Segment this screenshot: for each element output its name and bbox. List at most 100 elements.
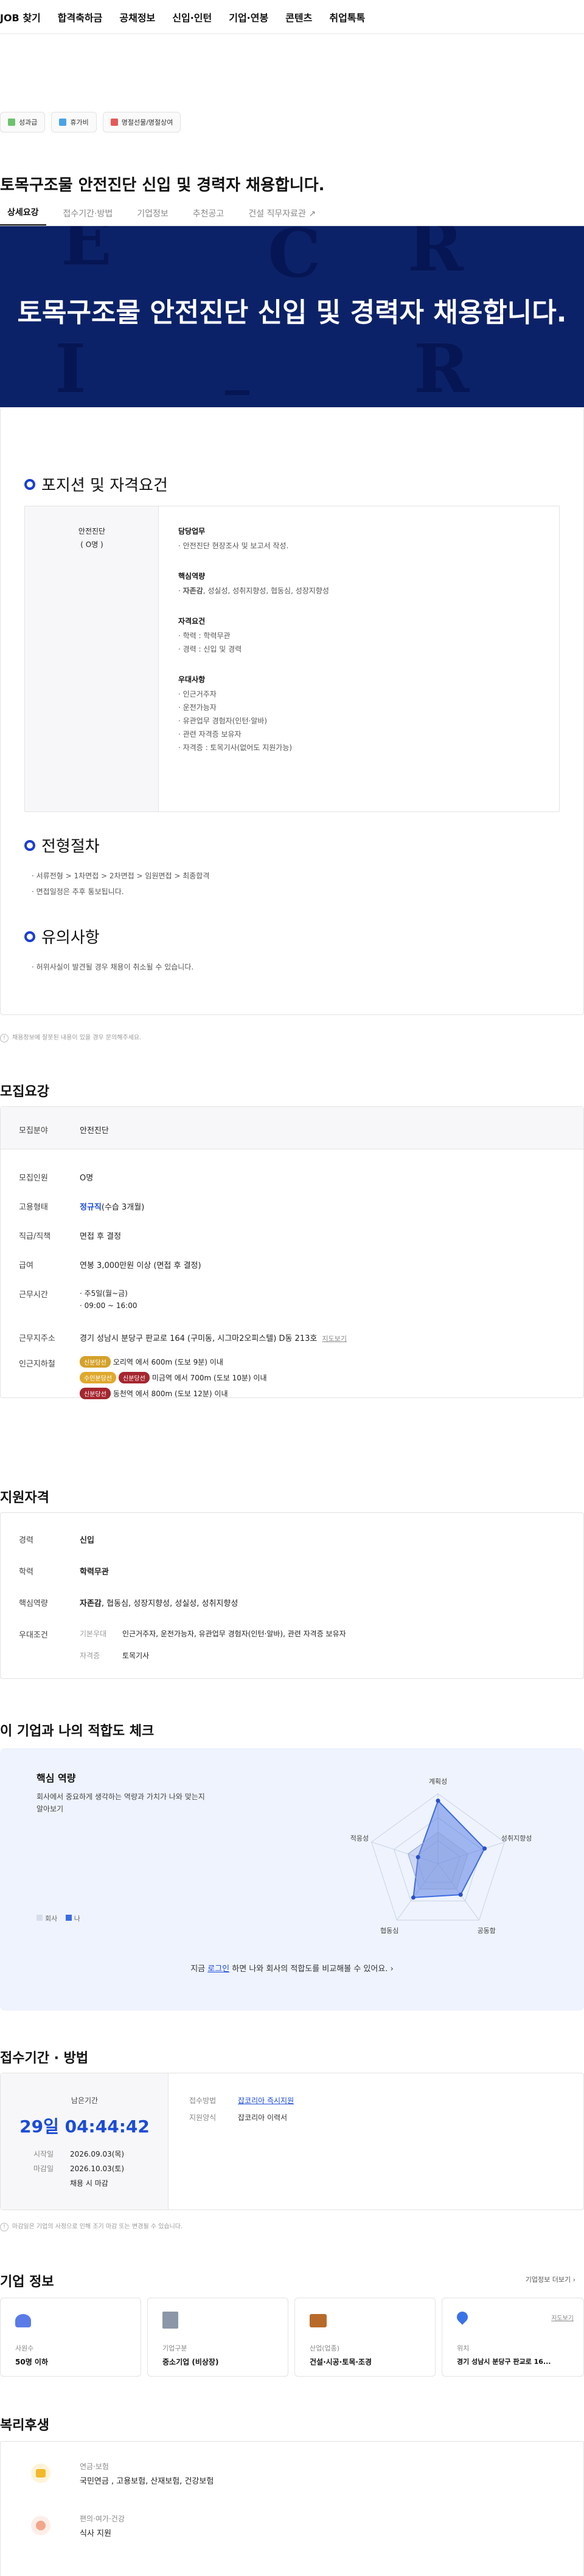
welfare-value: 국민연금 , 고용보험, 산재보험, 건강보험 (80, 2477, 214, 2486)
pref-item: · 운전가능자 (178, 703, 217, 712)
fit-radar-chart: 계획성성취지향성공동함 협동심 적응성 (350, 1777, 532, 1934)
row-label: 인근지하철 (19, 1360, 55, 1369)
nav-job-search[interactable]: JOB 찾기 (0, 10, 41, 24)
company-card: 기업구분 중소기업 (비상장) (147, 2298, 288, 2377)
briefcase-icon (310, 2314, 327, 2327)
nav-company-salary[interactable]: 기업·연봉 (229, 10, 268, 24)
cert-value: 토목기사 (122, 1651, 150, 1660)
map-link[interactable]: 지도보기 (551, 2313, 574, 2322)
edu-value: 학력무관 (80, 1568, 109, 1577)
chevron-right-icon: › (390, 1965, 394, 1974)
nav-contents[interactable]: 콘텐츠 (285, 10, 312, 24)
pref-item: · 인근거주자 (178, 690, 217, 698)
row-label: 근무지주소 (19, 1334, 55, 1343)
company-card-value: 50명 이하 (15, 2358, 48, 2366)
core-value: 자존감, 협동심, 성장지향성, 성실성, 성취지향성 (80, 1599, 238, 1608)
subway-line-badge: 신분당선 (119, 1372, 150, 1383)
process-steps: · 서류전형 > 1차면접 > 2차면접 > 임원면접 > 최종합격 (32, 872, 210, 880)
people-icon (15, 2314, 31, 2327)
row-value: · 09:00 ~ 16:00 (80, 1301, 137, 1310)
radar-point (458, 1892, 463, 1897)
subway-line-badge: 수인분당선 (80, 1372, 116, 1383)
remain-time: 29일 04:44:42 (19, 2116, 150, 2137)
fit-desc: 회사에서 중요하게 생각하는 역량과 가치가 나와 맞는지 알아보기 (36, 1793, 205, 1813)
headcount: ( O명 ) (80, 540, 103, 549)
pref-item: · 유관업무 경험자(인턴·알바) (178, 717, 268, 725)
subway-row: 수인분당선 신분당선 미금역 에서 700m (도보 10분) 이내 (80, 1372, 267, 1383)
nav-public-recruit[interactable]: 공채정보 (119, 10, 155, 24)
nav-hire-bonus[interactable]: 합격축하금 (58, 10, 103, 24)
company-more-link[interactable]: 기업정보 더보기 › (526, 2275, 575, 2284)
process-heading: 전형절차 (24, 834, 100, 856)
position-table: 안전진단 ( O명 ) 담당업무 · 안전진단 현장조사 및 보고서 작성. 핵… (24, 506, 560, 812)
position-heading: 포지션 및 자격요건 (24, 473, 168, 495)
eligibility-heading: 지원자격 (0, 1490, 49, 1506)
position-left-col (25, 506, 159, 811)
subway-line-badge: 신분당선 (80, 1388, 111, 1399)
row-value: 연봉 3,000만원 이상 (면접 후 결정) (80, 1261, 201, 1270)
row-label: 우대조건 (19, 1631, 48, 1640)
company-card-value: 경기 성남시 분당구 판교로 16... (457, 2358, 551, 2366)
building-icon (162, 2312, 178, 2329)
fit-legend: 회사 나 (36, 1913, 80, 1923)
bullet-ring-icon (24, 931, 35, 942)
job-title: 안전진단 (78, 527, 106, 536)
company-card-value: 건설·시공·토목·조경 (310, 2358, 372, 2366)
pref-item: · 자격증 : 토목기사(없어도 지원가능) (178, 743, 293, 752)
fit-sub: 핵심 역량 (36, 1772, 76, 1784)
row-value: 경기 성남시 분당구 판교로 164 (구미동, 시그마2오피스텔) D동 21… (80, 1334, 347, 1343)
arm-icon (31, 2516, 50, 2535)
welfare-heading: 복리후생 (0, 2418, 49, 2433)
row-label: 모집분야 (19, 1126, 48, 1135)
company-card: 사원수 50명 이하 (0, 2298, 141, 2377)
summary-heading: 모집요강 (0, 1084, 49, 1100)
close-note: 채용 시 마감 (70, 2179, 108, 2188)
subway-row: 신분당선 동천역 에서 800m (도보 12분) 이내 (80, 1388, 228, 1399)
basic-pref-value: 인근거주자, 운전가능자, 유관업무 경험자(인턴·알바), 관련 자격증 보유… (122, 1630, 346, 1638)
start-date: 2026.09.03(목) (70, 2150, 125, 2158)
form-value: 잡코리아 이력서 (238, 2113, 288, 2122)
row-value: 안전진단 (80, 1126, 109, 1135)
apply-method-link[interactable]: 잡코리아 즉시지원 (238, 2095, 294, 2106)
apply-heading: 접수기간 · 방법 (0, 2051, 89, 2066)
radar-axis-label: 계획성 (429, 1777, 447, 1785)
caution-text: · 허위사실이 발견될 경우 채용이 취소될 수 있습니다. (32, 963, 194, 971)
radar-point (415, 1855, 420, 1859)
hero-letter: R (408, 226, 464, 286)
nav-job-talk[interactable]: 취업톡톡 (329, 10, 365, 24)
method-label: 접수방법 (189, 2096, 217, 2105)
basic-pref-label: 기본우대 (80, 1630, 107, 1638)
row-label: 근무시간 (19, 1290, 48, 1300)
tab-detail[interactable]: 상세요강 (0, 206, 46, 226)
legend-company-swatch (36, 1915, 43, 1921)
badge-holiday-gift: 명절선물/명절상여 (102, 112, 181, 133)
login-link[interactable]: 로그인 (207, 1965, 229, 1974)
bullet-ring-icon (24, 478, 35, 490)
company-card-value: 중소기업 (비상장) (162, 2358, 219, 2366)
radar-point (411, 1895, 415, 1900)
tab-apply-period[interactable]: 접수기간·방법 (56, 207, 120, 226)
tab-recommend[interactable]: 추천공고 (186, 207, 232, 226)
map-link[interactable]: 지도보기 (322, 1335, 346, 1343)
nav-newcomer-intern[interactable]: 신입·인턴 (172, 10, 212, 24)
notice-deadline: ! 마감일은 기업의 사정으로 인해 조기 마감 또는 변경될 수 있습니다. (0, 2221, 182, 2231)
row-label: 급여 (19, 1261, 33, 1270)
row-label: 고용형태 (19, 1203, 48, 1212)
process-note: · 면접일정은 추후 통보됩니다. (32, 887, 124, 896)
pref-label: 우대사항 (178, 675, 206, 684)
tab-company-info[interactable]: 기업정보 (130, 207, 176, 226)
career-value: 신입 (80, 1536, 94, 1545)
remain-label: 남은기간 (71, 2096, 99, 2105)
apply-left (1, 2073, 169, 2209)
hero-banner: E C R I R 토목구조물 안전진단 신입 및 경력자 채용합니다. (0, 226, 584, 407)
summary-table: 모집분야 안전진단 모집인원 O명 고용형태 정규직(수습 3개월) 직급/직책… (0, 1106, 584, 1399)
radar-axis-label: 적응성 (350, 1834, 369, 1842)
detail-tabs: 상세요강 접수기간·방법 기업정보 추천공고 건설 직무자료관 ↗ (0, 202, 584, 226)
radar-axis-label: 성취지향성 (501, 1834, 532, 1842)
tab-construction-library[interactable]: 건설 직무자료관 ↗ (241, 207, 323, 226)
plane-icon (59, 119, 67, 126)
row-value: · 주5일(월~금) (80, 1289, 128, 1298)
company-card: 산업(업종) 건설·시공·토목·조경 (294, 2298, 436, 2377)
badge-bonus: 성과급 (0, 112, 46, 133)
core-label: 핵심역량 (178, 572, 206, 580)
